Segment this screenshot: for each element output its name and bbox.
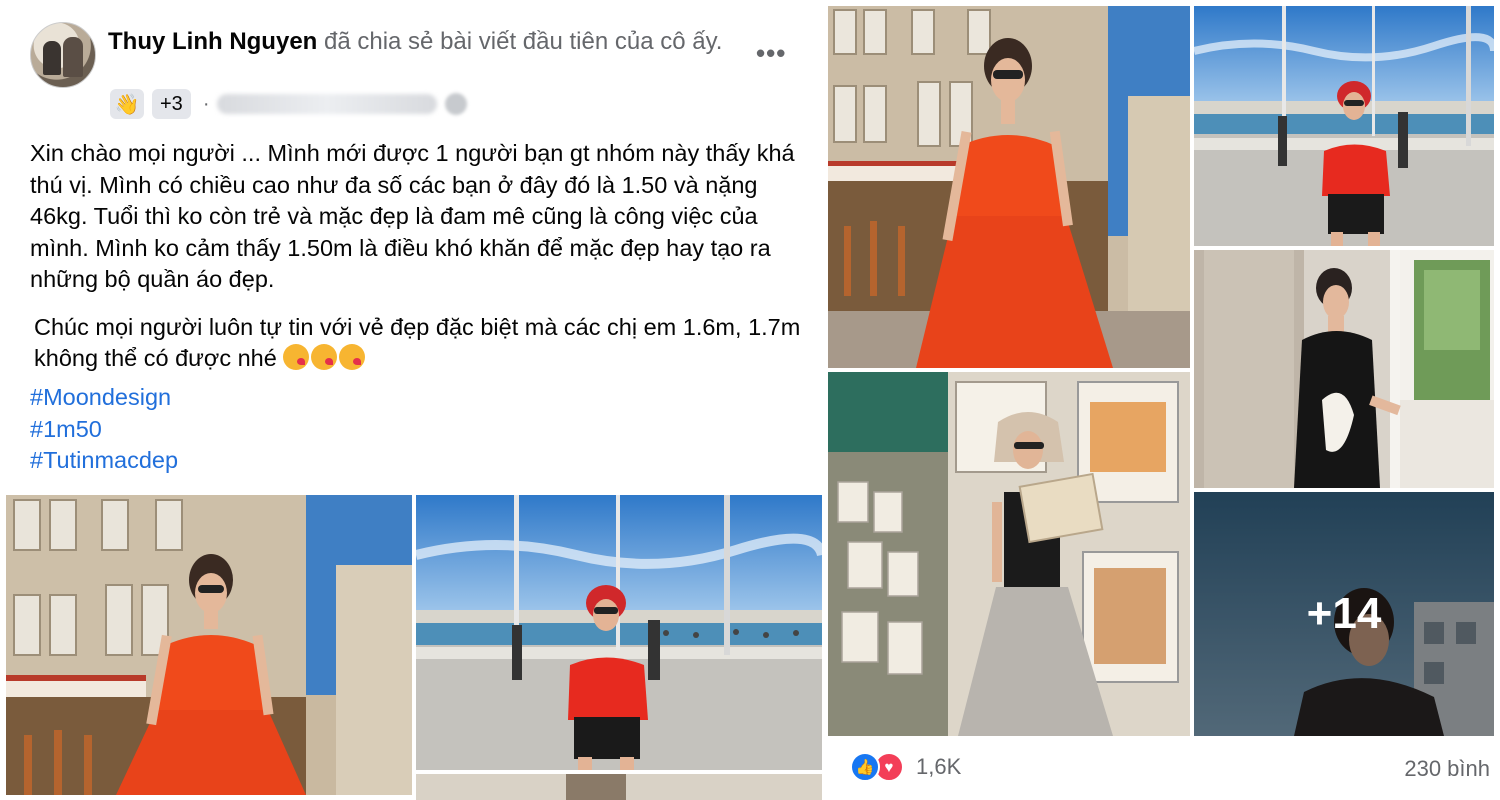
- hashtag-link[interactable]: #Tutinmacdep: [30, 445, 178, 477]
- gallery-photo-more[interactable]: +14: [1194, 492, 1494, 736]
- gallery-photo-beach-red-top[interactable]: [1194, 6, 1494, 246]
- author-avatar[interactable]: [30, 22, 96, 88]
- hashtag-link[interactable]: #Moondesign: [30, 382, 178, 414]
- photo-partial[interactable]: [416, 774, 822, 800]
- kiss-emoji-icon: [311, 344, 338, 370]
- gallery-photo-window-black-blazer[interactable]: [1194, 250, 1494, 488]
- post-header: Thuy Linh Nguyen đã chia sẻ bài viết đầu…: [108, 26, 728, 57]
- reaction-summary[interactable]: 👍 ♥ 1,6K: [850, 752, 961, 782]
- more-photos-count: +14: [1306, 589, 1382, 638]
- reaction-count[interactable]: 1,6K: [916, 754, 961, 780]
- badge-count[interactable]: +3: [152, 89, 191, 119]
- more-options-icon[interactable]: •••: [756, 38, 786, 69]
- post-paragraph-1: Xin chào mọi người ... Mình mới được 1 n…: [30, 140, 795, 292]
- post-paragraph-2-text: Chúc mọi người luôn tự tin với vẻ đẹp đặ…: [34, 313, 801, 372]
- post-meta: 👋 +3 ·: [110, 88, 468, 120]
- more-photos-overlay[interactable]: +14: [1194, 492, 1494, 736]
- post-action-text: đã chia sẻ bài viết đầu tiên của cô ấy.: [317, 28, 723, 55]
- author-name[interactable]: Thuy Linh Nguyen: [108, 28, 317, 55]
- gallery-photo-bookstall-grey-skirt[interactable]: [828, 372, 1190, 736]
- comment-count[interactable]: 230 bình: [1404, 756, 1490, 782]
- kiss-emoji-icon: [283, 344, 310, 370]
- privacy-icon: [445, 93, 468, 115]
- hashtag-link[interactable]: #1m50: [30, 414, 178, 446]
- kiss-emoji-icon: [339, 344, 366, 370]
- waving-hand-icon[interactable]: 👋: [110, 89, 144, 119]
- post-paragraph-2: Chúc mọi người luôn tự tin với vẻ đẹp đặ…: [30, 312, 810, 375]
- meta-separator: ·: [202, 92, 210, 115]
- post-card: Thuy Linh Nguyen đã chia sẻ bài viết đầu…: [0, 0, 822, 800]
- gallery-photo-paris-orange-dress[interactable]: [828, 6, 1190, 368]
- blurred-timestamp[interactable]: [217, 94, 438, 114]
- photo-beach-red-top[interactable]: [416, 495, 822, 770]
- like-icon: 👍: [850, 752, 880, 782]
- hashtag-list: #Moondesign #1m50 #Tutinmacdep: [30, 382, 178, 477]
- photo-paris-orange-dress[interactable]: [6, 495, 412, 795]
- post-body: Xin chào mọi người ... Mình mới được 1 n…: [30, 138, 810, 375]
